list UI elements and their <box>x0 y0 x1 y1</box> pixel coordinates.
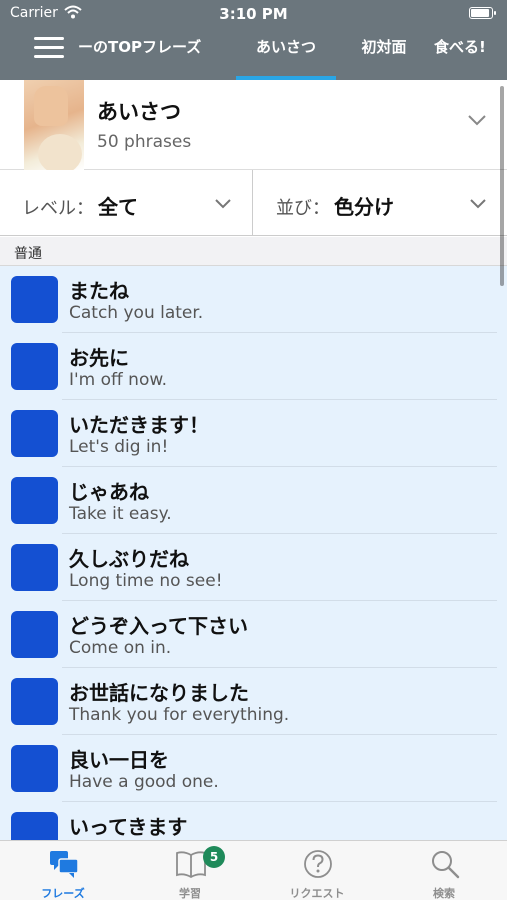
phrase-japanese: お世話になりました <box>69 681 249 705</box>
phrase-color-badge <box>11 477 58 524</box>
battery-icon <box>469 7 496 19</box>
chevron-down-icon <box>470 199 486 209</box>
tab-eating[interactable]: 食べる! <box>434 28 507 80</box>
status-bar: Carrier 3:10 PM <box>0 0 507 28</box>
phrase-english: I'm off now. <box>69 370 168 390</box>
phrase-japanese: いってきます <box>69 815 188 839</box>
tab-search[interactable]: 検索 <box>381 841 507 900</box>
chevron-down-icon <box>468 115 486 126</box>
phrase-english: Have a good one. <box>69 772 219 792</box>
phrase-english: Catch you later. <box>69 303 204 323</box>
level-filter-label: レベル： 全て <box>22 195 138 219</box>
phrase-japanese: またね <box>69 279 129 303</box>
tab-phrases-label: フレーズ <box>41 887 85 900</box>
phrase-color-badge <box>11 544 58 591</box>
list-item[interactable]: お先に I'm off now. <box>0 333 507 400</box>
sort-filter[interactable]: 並び： 色分け <box>254 170 507 236</box>
phrase-japanese: どうぞ入って下さい <box>69 614 248 638</box>
tab-search-label: 検索 <box>433 887 455 900</box>
tab-greetings[interactable]: あいさつ <box>236 28 336 80</box>
phrase-english: Long time no see! <box>69 571 223 591</box>
list-item[interactable]: またね Catch you later. <box>0 266 507 333</box>
phrase-color-badge <box>11 410 58 457</box>
phrase-color-badge <box>11 611 58 658</box>
list-item[interactable]: いってきます <box>0 802 507 840</box>
phrase-japanese: じゃあね <box>69 480 149 504</box>
phrases-icon <box>50 851 79 878</box>
tab-request[interactable]: リクエスト <box>254 841 380 900</box>
phrase-english: Let's dig in! <box>69 437 169 457</box>
search-icon <box>432 851 460 879</box>
list-item[interactable]: いただきます！ Let's dig in! <box>0 400 507 467</box>
list-item[interactable]: お世話になりました Thank you for everything. <box>0 668 507 735</box>
phrase-color-badge <box>11 745 58 792</box>
list-item[interactable]: 良い一日を Have a good one. <box>0 735 507 802</box>
top-header: Carrier 3:10 PM ーのTOPフレーズ あいさつ 初対面 食べる! <box>0 0 507 80</box>
tab-learn[interactable]: 5 学習 <box>127 841 253 900</box>
phrase-english: Thank you for everything. <box>69 705 290 725</box>
category-tabs: ーのTOPフレーズ あいさつ 初対面 食べる! <box>78 28 507 80</box>
bottom-tab-bar: フレーズ 5 学習 リクエスト 検索 <box>0 840 507 900</box>
tab-phrases[interactable]: フレーズ <box>0 841 126 900</box>
menu-button[interactable] <box>34 37 64 59</box>
phrase-japanese: 良い一日を <box>69 748 169 772</box>
phrase-color-badge <box>11 276 58 323</box>
sort-filter-value: 色分け <box>334 195 394 219</box>
level-filter-value: 全て <box>98 195 138 219</box>
clock: 3:10 PM <box>219 5 288 23</box>
category-header[interactable]: あいさつ 50 phrases <box>0 80 507 170</box>
phrase-japanese: お先に <box>69 346 129 370</box>
tab-request-label: リクエスト <box>289 887 345 900</box>
phrase-english: Come on in. <box>69 638 172 658</box>
section-title: 普通 <box>14 246 42 262</box>
phrase-color-badge <box>11 812 58 840</box>
phrase-japanese: いただきます！ <box>69 413 209 437</box>
tab-learn-label: 学習 <box>179 887 201 900</box>
category-image <box>24 80 84 170</box>
phrase-japanese: 久しぶりだね <box>69 547 189 571</box>
list-item[interactable]: じゃあね Take it easy. <box>0 467 507 534</box>
list-item[interactable]: 久しぶりだね Long time no see! <box>0 534 507 601</box>
phrase-color-badge <box>11 343 58 390</box>
filter-bar: レベル： 全て 並び： 色分け <box>0 170 507 236</box>
phrase-list[interactable]: またね Catch you later. お先に I'm off now. いた… <box>0 266 507 840</box>
phrase-color-badge <box>11 678 58 725</box>
book-icon <box>176 851 206 879</box>
learn-count-badge: 5 <box>203 846 225 868</box>
category-title: あいさつ <box>97 100 181 124</box>
chevron-down-icon <box>215 199 231 209</box>
level-filter[interactable]: レベル： 全て <box>0 170 253 236</box>
phrase-count: 50 phrases <box>97 132 192 152</box>
question-icon <box>304 850 332 878</box>
sort-filter-label: 並び： 色分け <box>276 195 394 219</box>
section-header: 普通 <box>0 237 507 266</box>
tab-top-phrases[interactable]: ーのTOPフレーズ <box>78 28 228 80</box>
list-item[interactable]: どうぞ入って下さい Come on in. <box>0 601 507 668</box>
scrollbar[interactable] <box>500 86 504 286</box>
phrase-english: Take it easy. <box>69 504 172 524</box>
tab-first-meeting[interactable]: 初対面 <box>344 28 424 80</box>
